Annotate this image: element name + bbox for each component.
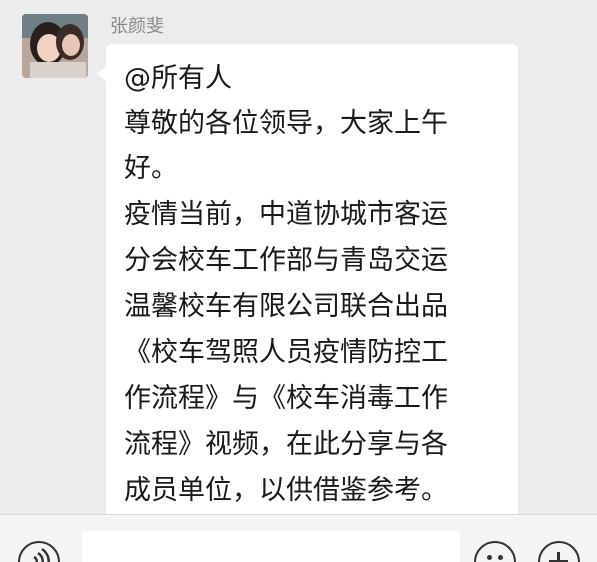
- message-line: 温馨校车有限公司联合出品: [124, 291, 448, 322]
- input-bar: [0, 514, 597, 562]
- message-line: 分会校车工作部与青岛交运: [124, 245, 448, 276]
- message-line: 流程》视频，在此分享与各: [124, 429, 448, 460]
- chat-area: 张颜斐 @所有人 尊敬的各位领导，大家上午 好。 疫情当前，中道协城市客运 分会…: [0, 0, 597, 524]
- message-line: 尊敬的各位领导，大家上午: [124, 108, 448, 139]
- voice-icon: [33, 547, 50, 562]
- message-line: @所有人: [124, 63, 232, 94]
- message-input[interactable]: [82, 531, 460, 562]
- sender-name: 张颜斐: [110, 16, 164, 37]
- message-bubble[interactable]: @所有人 尊敬的各位领导，大家上午 好。 疫情当前，中道协城市客运 分会校车工作…: [97, 44, 518, 524]
- message-line: 作流程》与《校车消毒工作: [124, 383, 448, 414]
- emoji-button[interactable]: [474, 541, 516, 562]
- voice-button[interactable]: [18, 541, 60, 562]
- message-line: 《校车驾照人员疫情防控工: [124, 337, 448, 368]
- message-line: 疫情当前，中道协城市客运: [124, 199, 448, 230]
- plus-icon: [557, 552, 560, 562]
- avatar-image: [22, 14, 88, 78]
- message-line: 好。: [124, 153, 178, 184]
- emoji-icon-eye-right: [498, 555, 503, 560]
- plus-button[interactable]: [538, 541, 580, 562]
- message-line: 成员单位，以供借鉴参考。: [124, 475, 448, 506]
- avatar[interactable]: [22, 14, 88, 78]
- emoji-icon-eye-left: [487, 555, 492, 560]
